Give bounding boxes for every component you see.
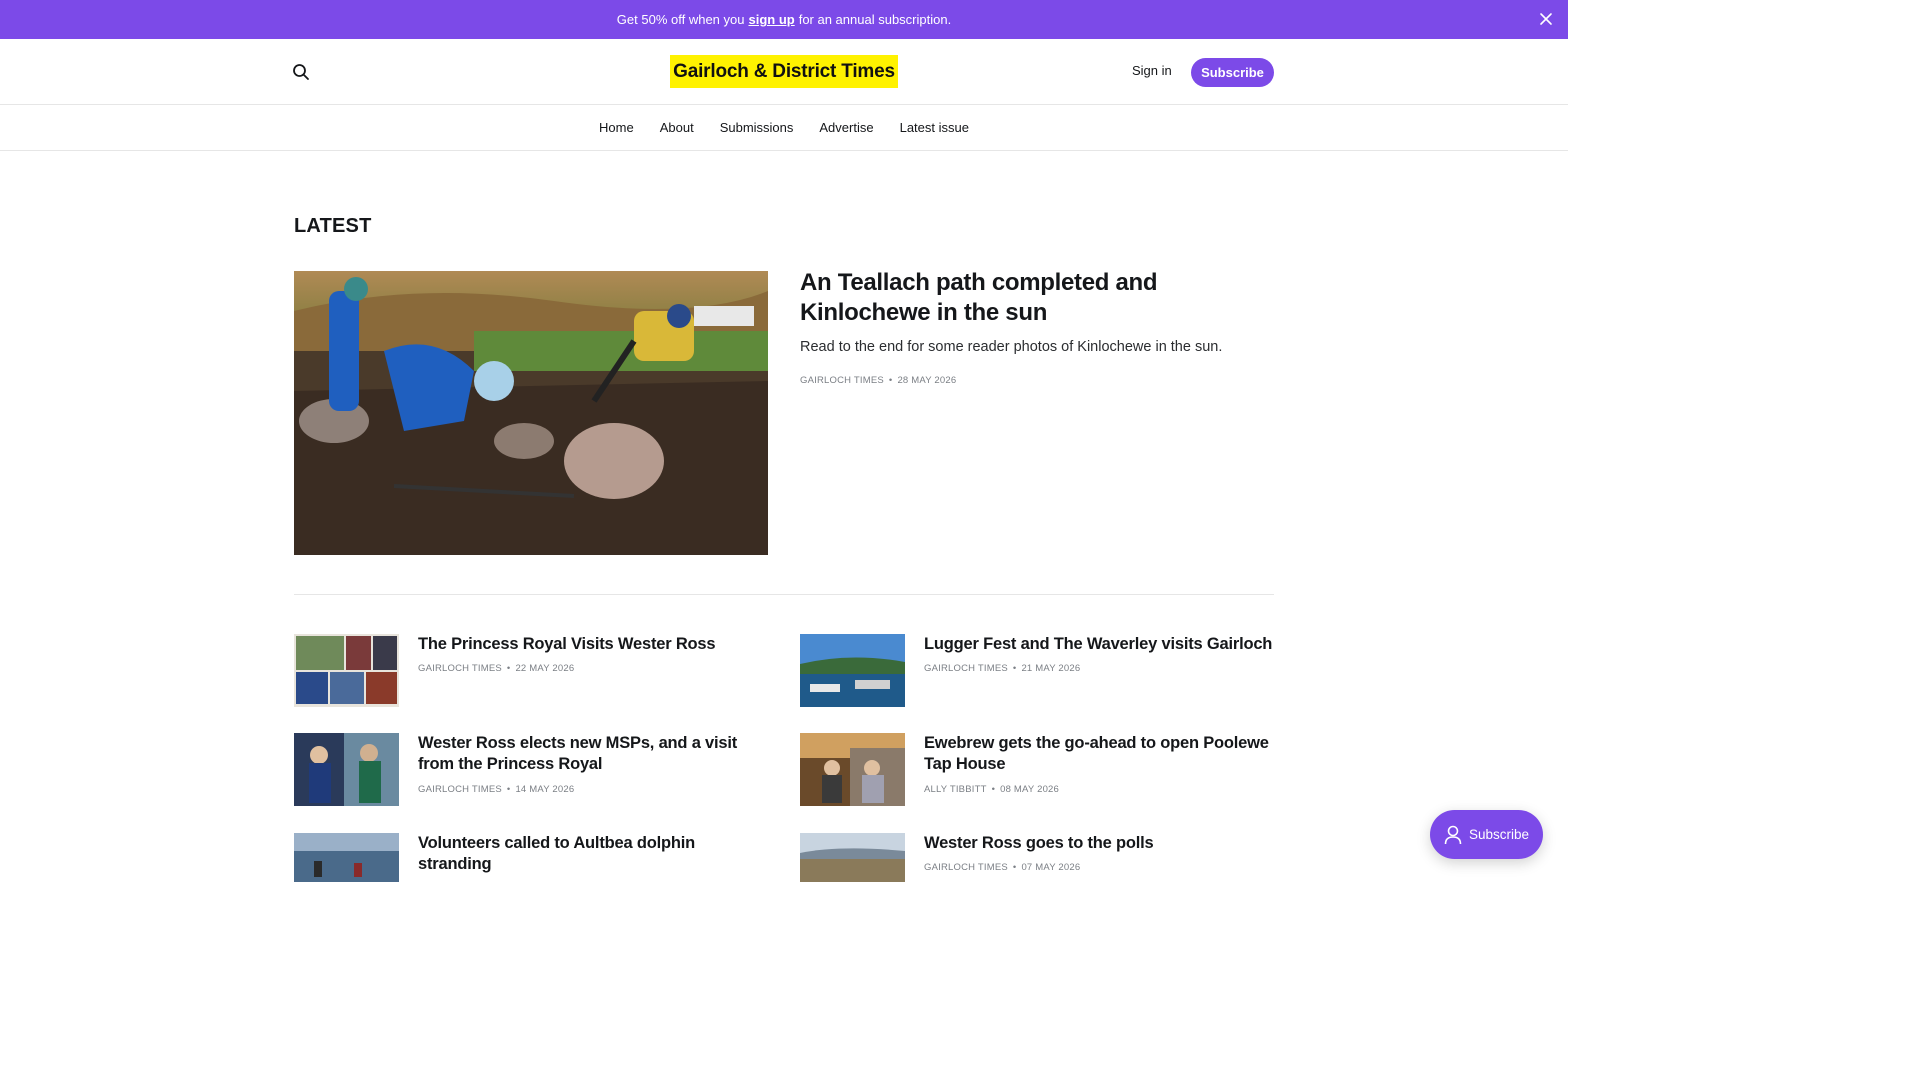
nav-advertise[interactable]: Advertise <box>819 120 873 135</box>
feature-excerpt: Read to the end for some reader photos o… <box>800 339 1223 355</box>
post-card[interactable]: Wester Ross elects new MSPs, and a visit… <box>294 733 764 807</box>
post-meta: GAIRLOCH TIMES • 21 MAY 2026 <box>924 663 1080 674</box>
post-title[interactable]: Lugger Fest and The Waverley visits Gair… <box>924 634 1274 655</box>
section-divider <box>294 594 1274 595</box>
subscribe-button[interactable]: Subscribe <box>1191 58 1274 87</box>
post-meta: GAIRLOCH TIMES • 14 MAY 2026 <box>418 784 574 795</box>
post-card[interactable]: Volunteers called to Aultbea dolphin str… <box>294 833 764 882</box>
post-author: GAIRLOCH TIMES <box>924 862 1008 873</box>
meta-separator: • <box>506 663 511 674</box>
post-author: GAIRLOCH TIMES <box>418 663 502 674</box>
post-title[interactable]: Ewebrew gets the go-ahead to open Poolew… <box>924 733 1274 775</box>
post-date: 21 MAY 2026 <box>1021 663 1081 674</box>
post-date: 22 MAY 2026 <box>515 663 575 674</box>
announcement-signup-link[interactable]: sign up <box>748 12 794 27</box>
site-header: Gairloch & District Times Sign in Subscr… <box>0 39 1568 105</box>
signin-link[interactable]: Sign in <box>1132 63 1172 78</box>
post-meta: ALLY TIBBITT • 08 MAY 2026 <box>924 784 1059 795</box>
nav-home[interactable]: Home <box>599 120 634 135</box>
post-author: GAIRLOCH TIMES <box>418 784 502 795</box>
post-title[interactable]: Volunteers called to Aultbea dolphin str… <box>418 833 768 875</box>
announcement-prefix: Get 50% off when you <box>616 12 745 27</box>
post-meta: GAIRLOCH TIMES • 07 MAY 2026 <box>924 862 1080 873</box>
post-card[interactable]: Wester Ross goes to the polls GAIRLOCH T… <box>800 833 1270 882</box>
post-title[interactable]: The Princess Royal Visits Wester Ross <box>418 634 768 655</box>
feature-image[interactable] <box>294 271 768 555</box>
user-icon <box>1444 825 1462 844</box>
post-thumbnail[interactable] <box>294 833 399 882</box>
close-icon[interactable] <box>1538 11 1554 27</box>
nav-latest-issue[interactable]: Latest issue <box>900 120 969 135</box>
announcement-suffix: for an annual subscription. <box>798 12 952 27</box>
meta-separator: • <box>888 375 893 386</box>
post-date: 14 MAY 2026 <box>515 784 575 795</box>
section-heading: LATEST <box>294 215 372 237</box>
meta-separator: • <box>991 784 996 795</box>
post-thumbnail[interactable] <box>800 733 905 806</box>
post-author: ALLY TIBBITT <box>924 784 987 795</box>
feature-title[interactable]: An Teallach path completed and Kinlochew… <box>800 268 1270 328</box>
floating-subscribe-button[interactable]: Subscribe <box>1430 810 1543 859</box>
meta-separator: • <box>1012 862 1017 873</box>
search-icon[interactable] <box>291 62 311 82</box>
feature-meta: GAIRLOCH TIMES • 28 MAY 2026 <box>800 375 956 386</box>
post-title[interactable]: Wester Ross goes to the polls <box>924 833 1274 854</box>
post-thumbnail[interactable] <box>800 634 905 707</box>
meta-separator: • <box>1012 663 1017 674</box>
feature-date: 28 MAY 2026 <box>897 375 957 386</box>
site-logo[interactable]: Gairloch & District Times <box>670 55 898 88</box>
announcement-bar: Get 50% off when you sign up for an annu… <box>0 0 1568 39</box>
meta-separator: • <box>506 784 511 795</box>
post-date: 07 MAY 2026 <box>1021 862 1081 873</box>
nav-submissions[interactable]: Submissions <box>720 120 794 135</box>
post-thumbnail[interactable] <box>294 634 399 707</box>
post-thumbnail[interactable] <box>800 833 905 882</box>
post-thumbnail[interactable] <box>294 733 399 806</box>
main-nav: Home About Submissions Advertise Latest … <box>0 105 1568 151</box>
post-meta: GAIRLOCH TIMES • 22 MAY 2026 <box>418 663 574 674</box>
post-date: 08 MAY 2026 <box>1000 784 1060 795</box>
post-title[interactable]: Wester Ross elects new MSPs, and a visit… <box>418 733 768 775</box>
post-card[interactable]: The Princess Royal Visits Wester Ross GA… <box>294 634 764 708</box>
feature-author: GAIRLOCH TIMES <box>800 375 884 386</box>
nav-about[interactable]: About <box>660 120 694 135</box>
floating-subscribe-label: Subscribe <box>1468 827 1530 842</box>
post-card[interactable]: Lugger Fest and The Waverley visits Gair… <box>800 634 1272 708</box>
post-card[interactable]: Ewebrew gets the go-ahead to open Poolew… <box>800 733 1270 807</box>
post-author: GAIRLOCH TIMES <box>924 663 1008 674</box>
